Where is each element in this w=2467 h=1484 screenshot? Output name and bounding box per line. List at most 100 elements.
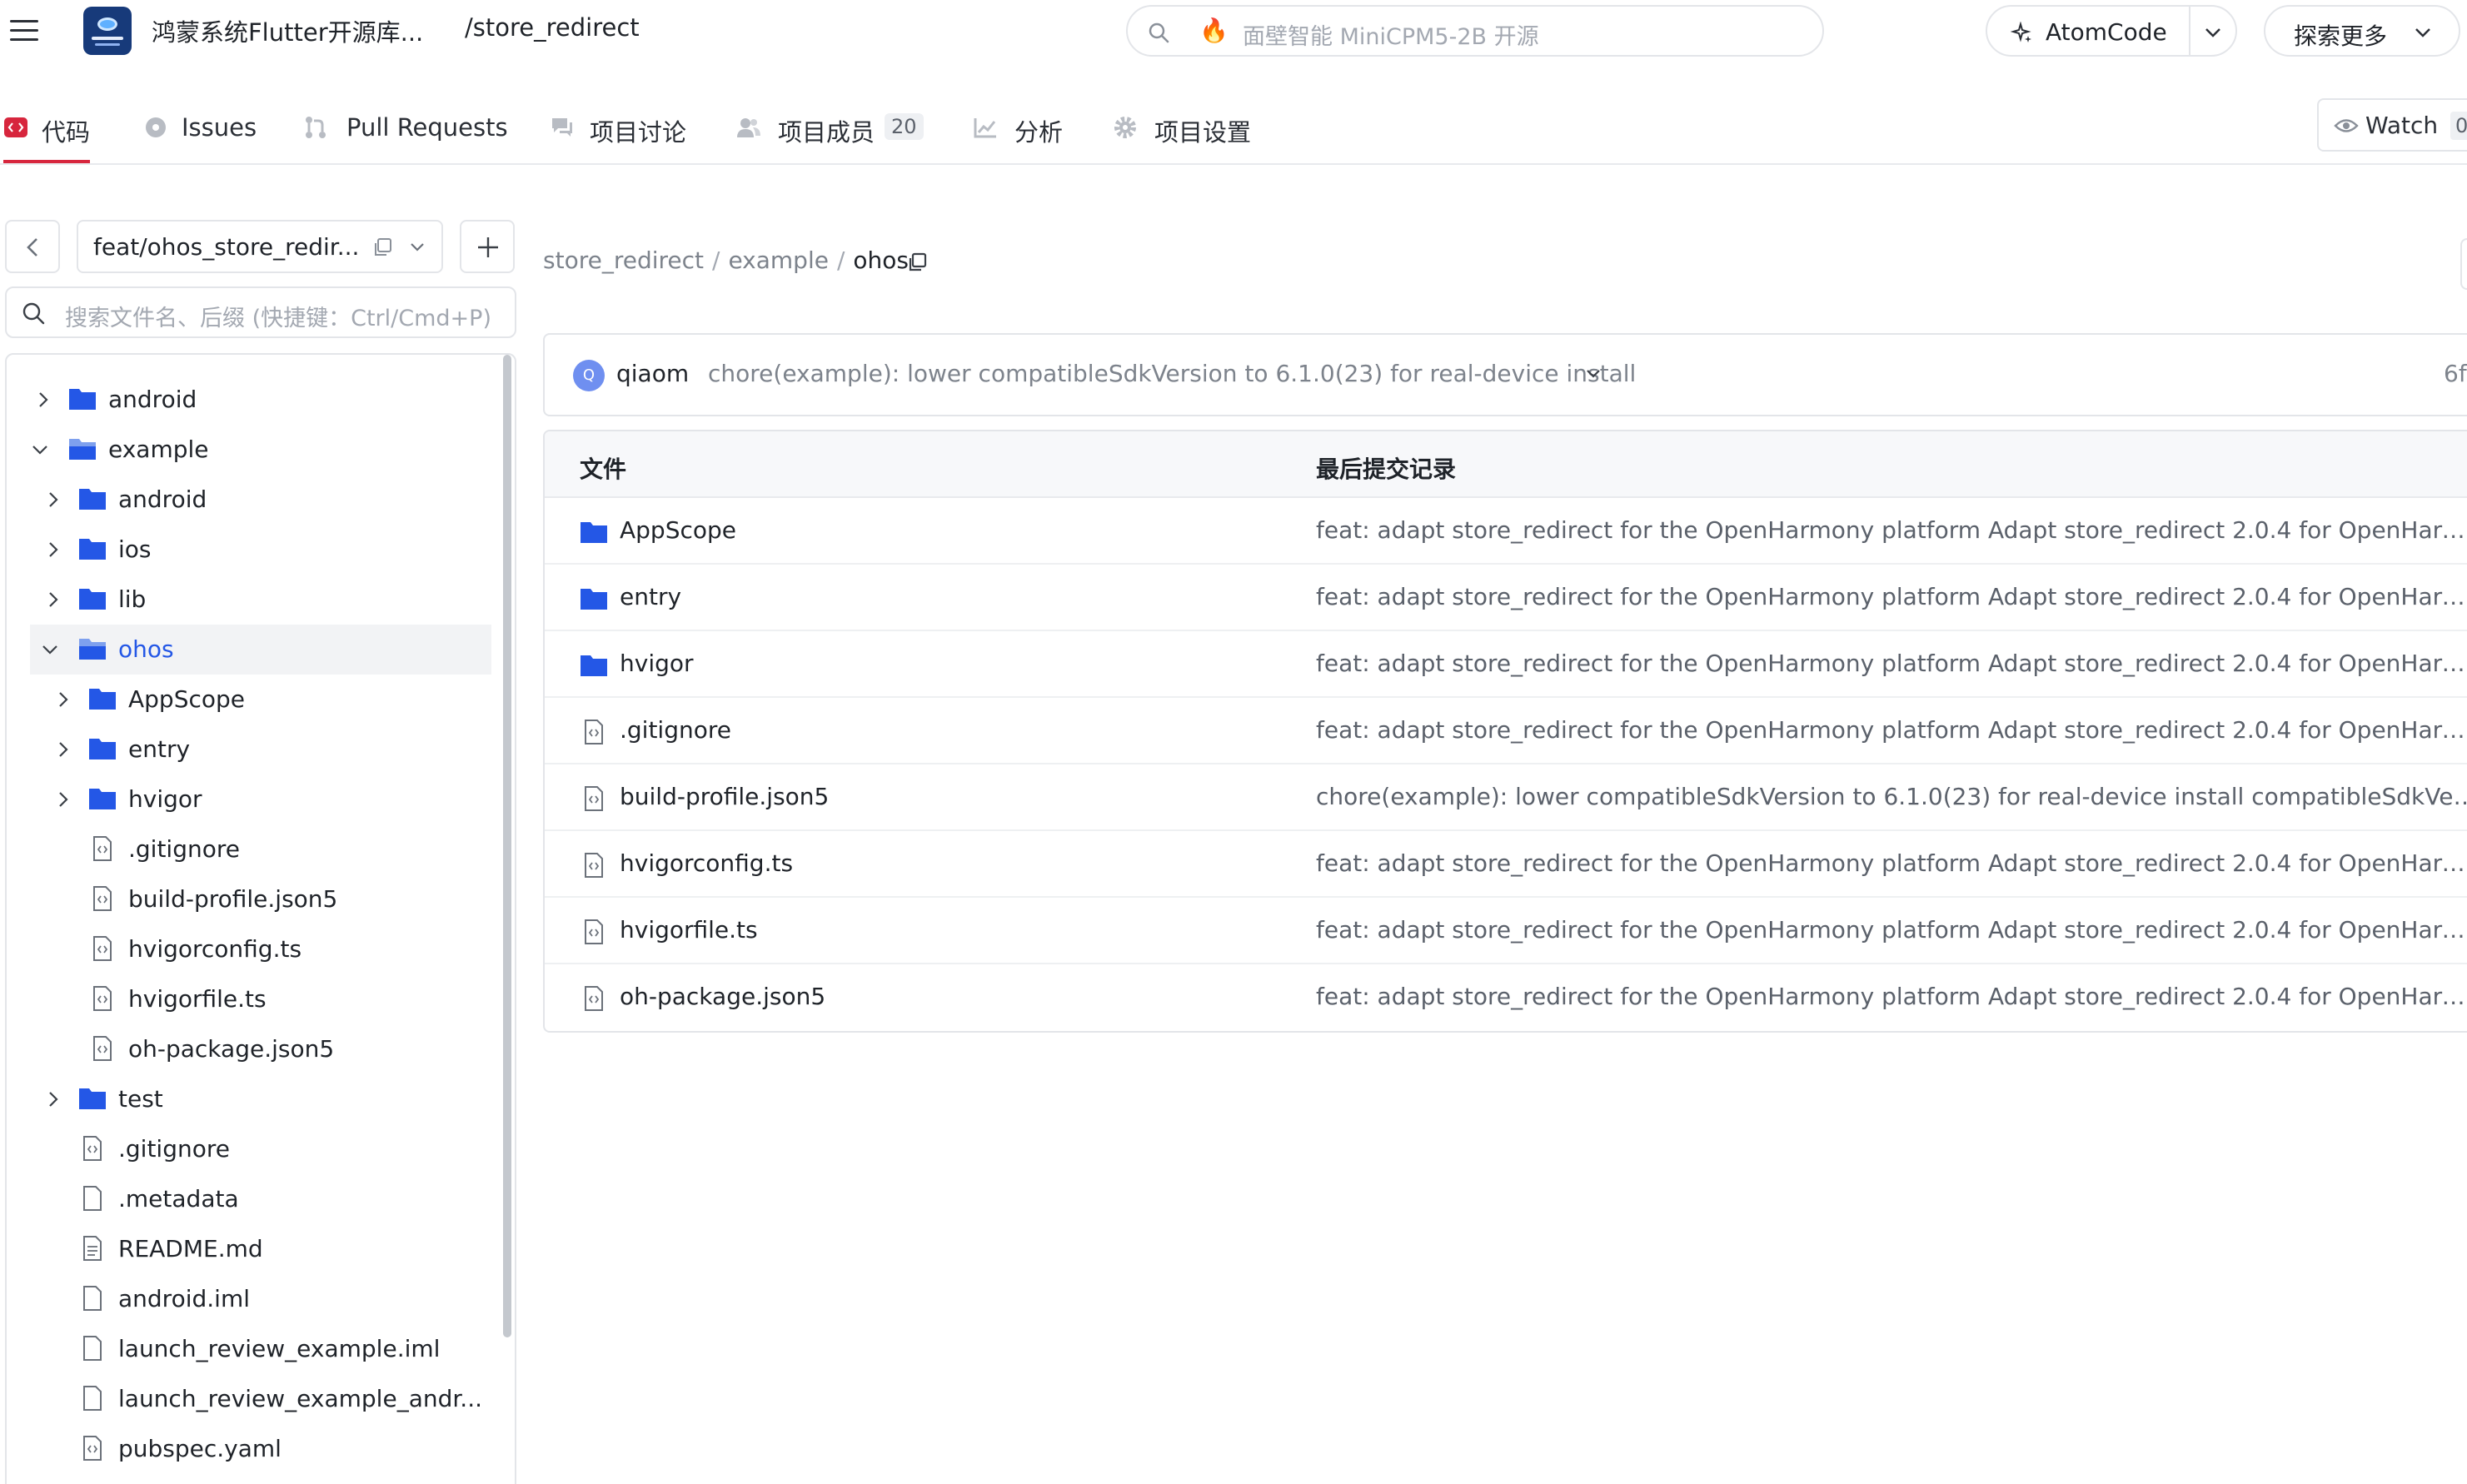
chevron-right-icon[interactable]	[53, 789, 73, 809]
tree-item-file[interactable]: launch_review_example.iml	[35, 1324, 491, 1374]
tree-item-folder[interactable]: example	[25, 425, 491, 475]
search-icon	[22, 302, 45, 325]
watch-button[interactable]: Watch 0	[2317, 98, 2467, 152]
code-file-icon	[585, 919, 603, 944]
tab-issues[interactable]: Issues	[143, 110, 260, 147]
tab-label: 项目讨论	[590, 118, 687, 147]
breadcrumb-current: ohos	[853, 247, 910, 274]
commit-message[interactable]: feat: adapt store_redirect for the OpenH…	[1316, 583, 2467, 610]
table-row[interactable]: oh-package.json5 feat: adapt store_redir…	[545, 964, 2467, 1031]
breadcrumb-link[interactable]: store_redirect	[543, 247, 704, 274]
folder-icon	[79, 589, 106, 610]
chevron-right-icon[interactable]	[43, 540, 63, 560]
file-name[interactable]: hvigor	[620, 650, 694, 677]
table-row[interactable]: build-profile.json5 chore(example): lowe…	[545, 764, 2467, 831]
commit-message[interactable]: feat: adapt store_redirect for the OpenH…	[1316, 516, 2467, 544]
tree-item-label: ios	[118, 535, 152, 563]
project-logo[interactable]	[83, 7, 132, 55]
tree-item-file[interactable]: hvigorconfig.ts	[45, 924, 491, 974]
chevron-right-icon[interactable]	[43, 590, 63, 610]
chevron-down-icon[interactable]	[2202, 22, 2224, 43]
copy-icon[interactable]	[371, 237, 393, 258]
commit-hash[interactable]: 6f	[2444, 360, 2467, 387]
atomcode-label: AtomCode	[2046, 18, 2167, 46]
avatar[interactable]: Q	[573, 360, 605, 391]
table-row[interactable]: hvigorconfig.ts feat: adapt store_redire…	[545, 831, 2467, 898]
file-name[interactable]: .gitignore	[620, 716, 731, 744]
branch-selector[interactable]: feat/ohos_store_redir...	[77, 220, 443, 273]
chevron-down-icon[interactable]	[40, 640, 60, 660]
atomcode-button[interactable]: AtomCode	[1986, 5, 2237, 57]
chevron-down-icon[interactable]	[30, 440, 50, 460]
table-row[interactable]: AppScope feat: adapt store_redirect for …	[545, 498, 2467, 565]
collapse-sidebar-button[interactable]	[5, 220, 60, 273]
tree-item-file[interactable]: oh-package.json5	[45, 1024, 491, 1074]
explore-more-button[interactable]: 探索更多	[2264, 5, 2460, 57]
breadcrumb-separator: /	[836, 247, 845, 274]
table-row[interactable]: hvigorfile.ts feat: adapt store_redirect…	[545, 898, 2467, 964]
tree-item-file[interactable]: .metadata	[35, 1174, 491, 1224]
tree-item-folder[interactable]: hvigor	[45, 774, 491, 824]
fire-icon: 🔥	[1199, 17, 1229, 44]
commit-message[interactable]: feat: adapt store_redirect for the OpenH…	[1316, 849, 2467, 877]
tree-item-folder[interactable]: lib	[35, 575, 491, 625]
tree-item-file[interactable]: build-profile.json5	[45, 874, 491, 924]
chevron-right-icon[interactable]	[53, 690, 73, 710]
tab-pull-requests[interactable]: Pull Requests	[303, 110, 508, 147]
tab-members[interactable]: 项目成员 20	[736, 110, 928, 147]
commit-message[interactable]: feat: adapt store_redirect for the OpenH…	[1316, 983, 2467, 1010]
tree-item-file[interactable]: README.md	[35, 1224, 491, 1274]
file-icon	[83, 1186, 102, 1211]
tree-item-folder[interactable]: entry	[45, 725, 491, 774]
tree-item-folder[interactable]: test	[35, 1074, 491, 1124]
table-row[interactable]: entry feat: adapt store_redirect for the…	[545, 565, 2467, 631]
file-name[interactable]: AppScope	[620, 516, 736, 544]
chevron-right-icon[interactable]	[43, 490, 63, 510]
chevron-down-icon	[411, 243, 424, 251]
tab-discussions[interactable]: 项目讨论	[550, 110, 691, 147]
breadcrumb-link[interactable]: example	[728, 247, 829, 274]
commit-message[interactable]: feat: adapt store_redirect for the OpenH…	[1316, 716, 2467, 744]
add-file-button[interactable]	[460, 220, 515, 273]
tree-item-file[interactable]: android.iml	[35, 1274, 491, 1324]
tree-item-file[interactable]: launch_review_example_andr...	[35, 1374, 491, 1424]
tree-item-file[interactable]: pubspec.yaml	[35, 1424, 491, 1474]
tree-item-file[interactable]: .gitignore	[35, 1124, 491, 1174]
commit-message[interactable]: feat: adapt store_redirect for the OpenH…	[1316, 650, 2467, 677]
commit-message[interactable]: chore(example): lower compatibleSdkVersi…	[708, 360, 1636, 387]
menu-icon[interactable]	[7, 15, 42, 47]
commit-author[interactable]: qiaom	[616, 360, 689, 387]
file-search-input[interactable]: 搜索文件名、后缀 (快捷键：Ctrl/Cmd+P)	[5, 286, 516, 338]
tree-item-folder[interactable]: ios	[35, 525, 491, 575]
chevron-down-icon[interactable]	[1584, 365, 1602, 383]
copy-icon[interactable]	[906, 251, 928, 273]
tab-analytics[interactable]: 分析	[973, 110, 1073, 147]
chevron-right-icon[interactable]	[53, 740, 73, 759]
tree-item-folder[interactable]: android	[25, 375, 491, 425]
table-row[interactable]: .gitignore feat: adapt store_redirect fo…	[545, 698, 2467, 764]
chevron-right-icon[interactable]	[33, 390, 53, 410]
global-search-input[interactable]: 🔥 面壁智能 MiniCPM5-2B 开源	[1126, 5, 1824, 57]
tree-item-label: hvigor	[128, 785, 202, 813]
repo-name-link[interactable]: /store_redirect	[465, 13, 640, 42]
folder-open-icon	[69, 439, 96, 460]
tree-item-folder[interactable]: android	[35, 475, 491, 525]
tree-scrollbar[interactable]	[503, 355, 511, 1337]
file-name[interactable]: hvigorfile.ts	[620, 916, 758, 944]
file-name[interactable]: oh-package.json5	[620, 983, 825, 1010]
tree-item-file[interactable]: .gitignore	[45, 824, 491, 874]
commit-message[interactable]: feat: adapt store_redirect for the OpenH…	[1316, 916, 2467, 944]
file-name[interactable]: build-profile.json5	[620, 783, 829, 810]
tree-item-folder[interactable]: AppScope	[45, 675, 491, 725]
table-row[interactable]: hvigor feat: adapt store_redirect for th…	[545, 631, 2467, 698]
action-button[interactable]	[2460, 238, 2467, 290]
repo-owner-link[interactable]: 鸿蒙系统Flutter开源库...	[152, 13, 423, 48]
commit-message[interactable]: chore(example): lower compatibleSdkVersi…	[1316, 783, 2467, 810]
tab-code[interactable]: 代码	[3, 110, 95, 147]
file-name[interactable]: hvigorconfig.ts	[620, 849, 793, 877]
tree-item-folder-selected[interactable]: ohos	[30, 625, 491, 675]
tab-settings[interactable]: 项目设置	[1113, 110, 1254, 147]
file-name[interactable]: entry	[620, 583, 681, 610]
chevron-right-icon[interactable]	[43, 1089, 63, 1109]
tree-item-file[interactable]: hvigorfile.ts	[45, 974, 491, 1024]
